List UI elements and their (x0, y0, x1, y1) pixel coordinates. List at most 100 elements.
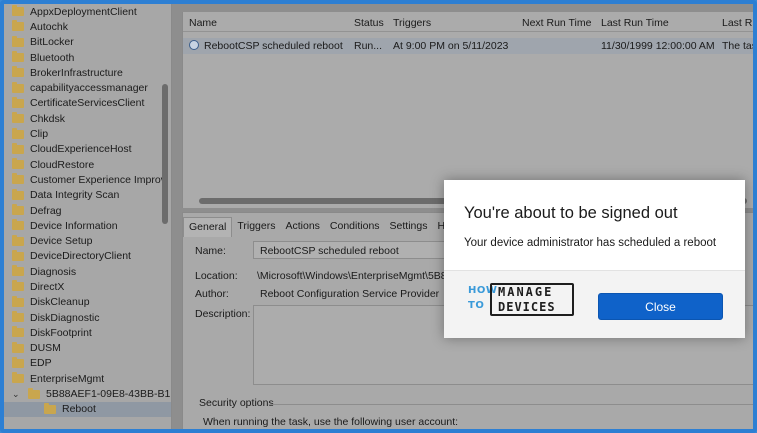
tab-settings[interactable]: Settings (385, 217, 433, 237)
tree-item-label: DeviceDirectoryClient (30, 250, 131, 263)
tree-item-label: Clip (30, 128, 49, 141)
tree-item[interactable]: AppxDeploymentClient (4, 4, 171, 19)
column-header-last-run[interactable]: Last Run Time (601, 17, 669, 29)
folder-icon (12, 249, 24, 261)
tree-item-label: BitLocker (30, 36, 74, 49)
security-options-title: Security options (199, 397, 274, 409)
author-value: Reboot Configuration Service Provider (260, 288, 440, 300)
screenshot-frame: AppxDeploymentClient Autochk BitLocker B… (0, 0, 757, 433)
folder-icon (12, 188, 24, 200)
folder-icon (12, 341, 24, 353)
tree-item[interactable]: BrokerInfrastructure (4, 65, 171, 80)
folder-icon (44, 402, 56, 414)
tree-item[interactable]: CloudRestore (4, 157, 171, 172)
folder-icon (12, 5, 24, 17)
name-label: Name: (195, 245, 226, 257)
folder-icon (12, 173, 24, 185)
tree-item-label: Customer Experience Improv (30, 173, 166, 186)
folder-icon (12, 81, 24, 93)
tree-item-label: Device Information (30, 219, 118, 232)
folder-icon (12, 326, 24, 338)
column-header-triggers[interactable]: Triggers (393, 17, 431, 29)
logo-manage: MANAGE (498, 285, 554, 299)
tree-item[interactable]: capabilityaccessmanager (4, 80, 171, 95)
location-value: \Microsoft\Windows\EnterpriseMgmt\5B88 (257, 270, 453, 282)
cell-name: RebootCSP scheduled reboot (204, 40, 343, 52)
tree-item[interactable]: Device Setup (4, 233, 171, 248)
folder-icon (12, 295, 24, 307)
tab-triggers[interactable]: Triggers (232, 217, 280, 237)
chevron-down-icon[interactable]: ⌄ (12, 389, 22, 400)
column-header-name[interactable]: Name (189, 17, 217, 29)
column-header-next-run[interactable]: Next Run Time (522, 17, 591, 29)
table-header: Name Status Triggers Next Run Time Last … (183, 12, 753, 32)
security-divider (269, 404, 753, 405)
location-label: Location: (195, 270, 238, 282)
tree-item[interactable]: Bluetooth (4, 50, 171, 65)
tree-item-label: Device Setup (30, 235, 93, 248)
dialog-message: Your device administrator has scheduled … (464, 237, 717, 249)
tree-item[interactable]: CloudExperienceHost (4, 142, 171, 157)
tree-item[interactable]: Diagnosis (4, 264, 171, 279)
name-value: RebootCSP scheduled reboot (260, 245, 399, 257)
tree-item[interactable]: DUSM (4, 341, 171, 356)
folder-icon (12, 51, 24, 63)
tree-item-label: CertificateServicesClient (30, 97, 145, 110)
tree-item-label: BrokerInfrastructure (30, 66, 123, 79)
tree-item[interactable]: Data Integrity Scan (4, 188, 171, 203)
tree-item[interactable]: Chkdsk (4, 111, 171, 126)
tree-item[interactable]: DiskDiagnostic (4, 310, 171, 325)
column-header-status[interactable]: Status (354, 17, 384, 29)
cell-last-result: The task (722, 40, 757, 52)
tree-item[interactable]: CertificateServicesClient (4, 96, 171, 111)
tab-conditions[interactable]: Conditions (325, 217, 385, 237)
tree-item[interactable]: DirectX (4, 279, 171, 294)
folder-icon (12, 219, 24, 231)
tree-item[interactable]: Autochk (4, 19, 171, 34)
tree-item[interactable]: Device Information (4, 218, 171, 233)
tree-item-label: EDP (30, 357, 52, 370)
task-list-table: Name Status Triggers Next Run Time Last … (182, 12, 757, 208)
tree-item-label: AppxDeploymentClient (30, 5, 137, 18)
table-row[interactable]: RebootCSP scheduled reboot Run... At 9:0… (183, 38, 757, 54)
tree-item-label: capabilityaccessmanager (30, 82, 148, 95)
tree-item[interactable]: DiskCleanup (4, 295, 171, 310)
howtomanagedevices-logo: HOW TO MANAGE DEVICES (468, 283, 576, 317)
tree-item-label: Bluetooth (30, 51, 75, 64)
folder-icon (12, 66, 24, 78)
tab-actions[interactable]: Actions (280, 217, 324, 237)
tree-item-label: Data Integrity Scan (30, 189, 120, 202)
tree-item[interactable]: DeviceDirectoryClient (4, 249, 171, 264)
tab-general[interactable]: General (183, 217, 233, 237)
logo-to: TO (468, 300, 485, 311)
tree-item-label: Reboot (62, 403, 96, 416)
column-header-last-result[interactable]: Last Run (722, 17, 753, 29)
tree-item-label: 5B88AEF1-09E8-43BB-B1 (46, 388, 171, 401)
folder-icon (12, 112, 24, 124)
task-icon (189, 40, 199, 50)
folder-icon (12, 372, 24, 384)
tree-item[interactable]: EnterpriseMgmt (4, 371, 171, 386)
folder-icon (12, 356, 24, 368)
author-label: Author: (195, 288, 229, 300)
dialog-content: You're about to be signed out Your devic… (444, 180, 745, 270)
task-folder-tree[interactable]: AppxDeploymentClient Autochk BitLocker B… (4, 4, 172, 429)
tree-item-label: DiskFootprint (30, 326, 92, 339)
tree-item[interactable]: Clip (4, 126, 171, 141)
tree-item[interactable]: DiskFootprint (4, 325, 171, 340)
tree-item[interactable]: BitLocker (4, 35, 171, 50)
folder-icon (12, 127, 24, 139)
folder-icon (12, 142, 24, 154)
close-button[interactable]: Close (598, 293, 723, 320)
tree-item[interactable]: EDP (4, 356, 171, 371)
folder-icon (12, 280, 24, 292)
tree-item-expanded[interactable]: ⌄ 5B88AEF1-09E8-43BB-B1 (4, 386, 171, 401)
tree-item[interactable]: Customer Experience Improv (4, 172, 171, 187)
folder-icon (12, 234, 24, 246)
tree-item[interactable]: Defrag (4, 203, 171, 218)
tree-item-selected[interactable]: Reboot (4, 401, 171, 418)
cell-triggers: At 9:00 PM on 5/11/2023 (393, 40, 509, 52)
tree-item-label: Autochk (30, 20, 68, 33)
logo-devices: DEVICES (498, 300, 556, 314)
tree-scrollbar[interactable] (162, 84, 168, 224)
